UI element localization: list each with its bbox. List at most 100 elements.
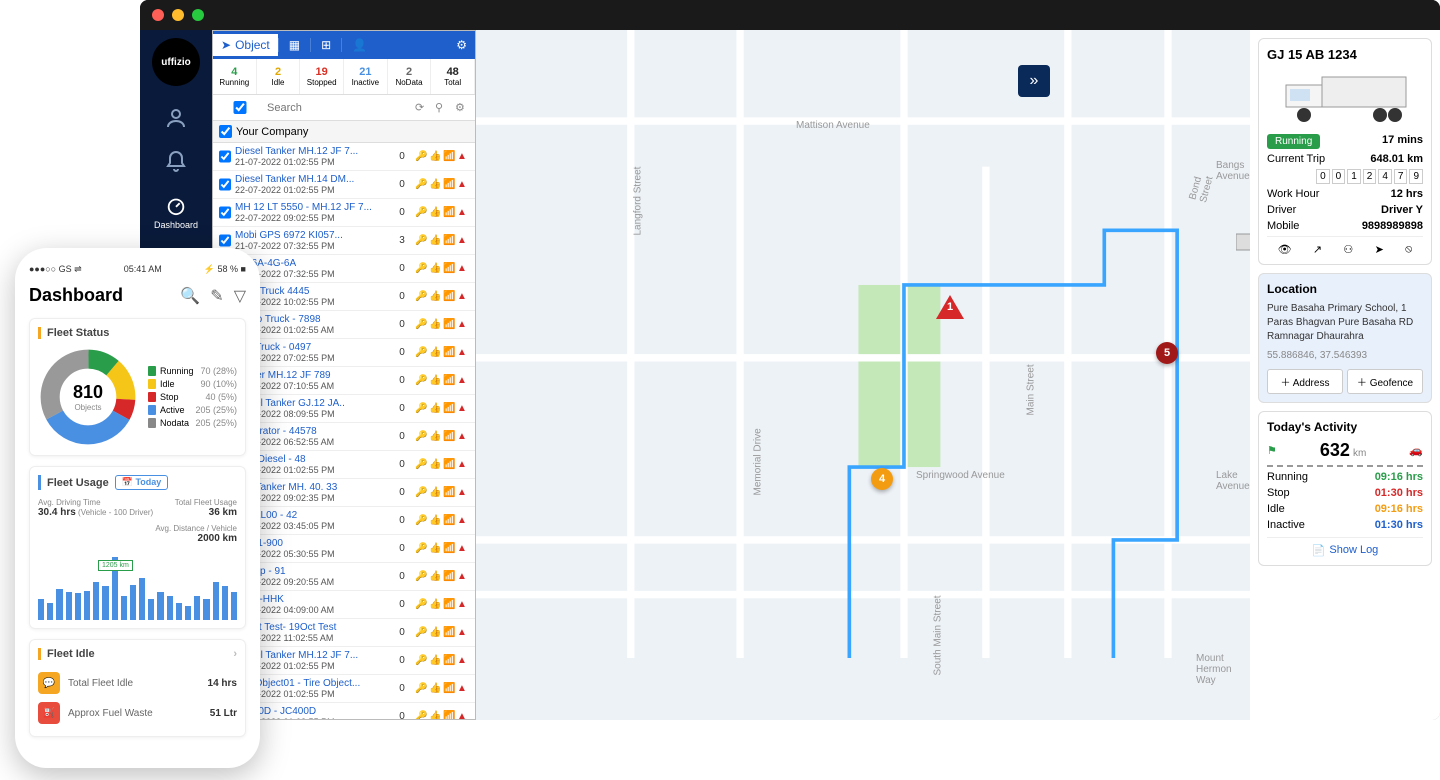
user-icon[interactable] xyxy=(164,106,188,130)
sidebar-item-dashboard[interactable]: Dashboard xyxy=(154,194,198,230)
key-icon: 🔑 xyxy=(415,487,427,499)
tab-grid[interactable]: ⊞ xyxy=(310,38,341,52)
filter-icon[interactable]: ▽ xyxy=(234,286,246,306)
alert-icon: ▲ xyxy=(457,515,469,527)
wifi-icon: 📶 xyxy=(443,207,455,219)
key-icon: 🔑 xyxy=(415,235,427,247)
vehicle-row[interactable]: Diesel Tanker MH.14 DM...22-07-2022 01:0… xyxy=(213,171,475,199)
eye-icon[interactable]: 👁 xyxy=(1278,243,1292,256)
wifi-icon: 📶 xyxy=(443,683,455,695)
vehicle-checkbox[interactable] xyxy=(219,150,231,163)
vehicle-row[interactable]: Diesel Tanker MH.12 JF 7...21-07-2022 01… xyxy=(213,143,475,171)
status-nodata[interactable]: 2NoData xyxy=(388,59,432,94)
search-row: ⟳ ⚲ ⚙ xyxy=(213,95,475,121)
close-icon[interactable] xyxy=(152,9,164,21)
activity-distance: 632 xyxy=(1320,440,1350,460)
refresh-icon[interactable]: ⟳ xyxy=(415,101,429,114)
alert-icon: ▲ xyxy=(457,711,469,720)
chevron-right-icon[interactable]: › xyxy=(233,648,237,660)
map-pin-5[interactable]: 5 xyxy=(1156,342,1178,364)
status-running[interactable]: 4Running xyxy=(213,59,257,94)
location-arrow-icon: ➤ xyxy=(221,38,231,52)
workhour-value: 12 hrs xyxy=(1391,188,1423,200)
bell-icon[interactable] xyxy=(164,150,188,174)
alert-icon: ▲ xyxy=(457,403,469,415)
alert-icon: ▲ xyxy=(457,543,469,555)
minimize-icon[interactable] xyxy=(172,9,184,21)
select-all-checkbox[interactable] xyxy=(219,101,261,114)
card-title: Fleet Status xyxy=(38,327,237,339)
object-panel-header: ➤Object ▦ ⊞ 👤 ⚙ xyxy=(213,31,475,59)
key-icon: 🔑 xyxy=(415,179,427,191)
document-icon: 📄 xyxy=(1312,544,1326,557)
street-label: Main Street xyxy=(1026,364,1037,415)
alert-icon: ▲ xyxy=(457,459,469,471)
tab-object[interactable]: ➤Object xyxy=(213,34,278,56)
vehicle-checkbox[interactable] xyxy=(219,178,231,191)
tab-calendar[interactable]: ▦ xyxy=(278,38,310,52)
thumbs-up-icon: 👍 xyxy=(429,375,441,387)
wifi-icon: 📶 xyxy=(443,235,455,247)
fleet-status-card[interactable]: Fleet Status 810Objects Running70 (28%)I… xyxy=(29,318,246,456)
company-checkbox[interactable] xyxy=(219,125,232,138)
fleet-idle-card[interactable]: Fleet Idle› 💬Total Fleet Idle14 hrs⛽Appr… xyxy=(29,639,246,737)
network-icon[interactable]: ⚇ xyxy=(1343,243,1353,256)
add-geofence-button[interactable]: ＋ Geofence xyxy=(1347,369,1423,394)
share-icon[interactable]: ↗ xyxy=(1313,243,1322,256)
immobilize-icon[interactable]: ⦸ xyxy=(1405,243,1412,256)
status-inactive[interactable]: 21Inactive xyxy=(344,59,388,94)
vehicle-checkbox[interactable] xyxy=(219,206,231,219)
filter-icon[interactable]: ⚲ xyxy=(435,101,449,114)
vehicle-detail-panel: GJ 15 AB 1234 Running17 mins Current Tri… xyxy=(1250,30,1440,720)
map-pin-4[interactable]: 4 xyxy=(871,468,893,490)
edit-icon[interactable]: ✎ xyxy=(210,286,223,306)
alert-icon: ▲ xyxy=(457,571,469,583)
navigate-icon[interactable]: ➤ xyxy=(1375,243,1384,256)
wifi-icon: 📶 xyxy=(443,347,455,359)
idle-row: 💬Total Fleet Idle14 hrs xyxy=(38,668,237,698)
alert-icon: ▲ xyxy=(457,347,469,359)
brand-logo[interactable]: uffizio xyxy=(152,38,200,86)
vehicle-checkbox[interactable] xyxy=(219,234,231,247)
add-address-button[interactable]: ＋ Address xyxy=(1267,369,1343,394)
key-icon: 🔑 xyxy=(415,291,427,303)
vehicle-info-card: GJ 15 AB 1234 Running17 mins Current Tri… xyxy=(1258,38,1432,265)
driver-label: Driver xyxy=(1267,204,1296,216)
search-input[interactable] xyxy=(267,102,409,114)
maximize-icon[interactable] xyxy=(192,9,204,21)
location-title: Location xyxy=(1267,282,1423,296)
fleet-usage-card[interactable]: Fleet Usage📅 Today Avg. Driving Time30.4… xyxy=(29,466,246,629)
status-idle[interactable]: 2Idle xyxy=(257,59,301,94)
card-title: Fleet Usage xyxy=(47,477,109,489)
key-icon: 🔑 xyxy=(415,711,427,720)
street-label: Mount Hermon Way xyxy=(1196,653,1250,686)
key-icon: 🔑 xyxy=(415,431,427,443)
vehicle-row[interactable]: MH 12 LT 5550 - MH.12 JF 7...22-07-2022 … xyxy=(213,199,475,227)
vehicle-row[interactable]: Mobi GPS 6972 KI057...21-07-2022 07:32:5… xyxy=(213,227,475,255)
thumbs-up-icon: 👍 xyxy=(429,711,441,720)
status-stopped[interactable]: 19Stopped xyxy=(300,59,344,94)
vehicle-name: GJ 15 AB 1234 xyxy=(1267,47,1423,62)
collapse-panel-button[interactable]: » xyxy=(1018,65,1050,97)
thumbs-up-icon: 👍 xyxy=(429,263,441,275)
wifi-icon: 📶 xyxy=(443,375,455,387)
key-icon: 🔑 xyxy=(415,627,427,639)
key-icon: 🔑 xyxy=(415,151,427,163)
show-log-button[interactable]: 📄Show Log xyxy=(1267,537,1423,557)
tab-user[interactable]: 👤 xyxy=(341,38,377,52)
usage-bar-chart: 1205 km xyxy=(38,550,237,620)
desktop-window: uffizio Dashboard ➤Object ▦ ⊞ 👤 ⚙ 4Runni… xyxy=(140,0,1440,720)
alert-icon: ▲ xyxy=(457,151,469,163)
gear-icon[interactable]: ⚙ xyxy=(448,38,475,52)
map-view[interactable]: Mattison Avenue Langford Street Memorial… xyxy=(476,30,1250,720)
truck-icon[interactable] xyxy=(1236,230,1250,258)
search-icon[interactable]: 🔍 xyxy=(180,286,200,306)
location-coords: 55.886846, 37.546393 xyxy=(1267,350,1423,361)
thumbs-up-icon: 👍 xyxy=(429,487,441,499)
wifi-icon: 📶 xyxy=(443,627,455,639)
company-group[interactable]: Your Company xyxy=(213,121,475,143)
date-chip[interactable]: 📅 Today xyxy=(115,475,169,490)
odometer: 0012479 xyxy=(1316,169,1423,184)
settings-icon[interactable]: ⚙ xyxy=(455,101,469,114)
status-total[interactable]: 48Total xyxy=(431,59,475,94)
